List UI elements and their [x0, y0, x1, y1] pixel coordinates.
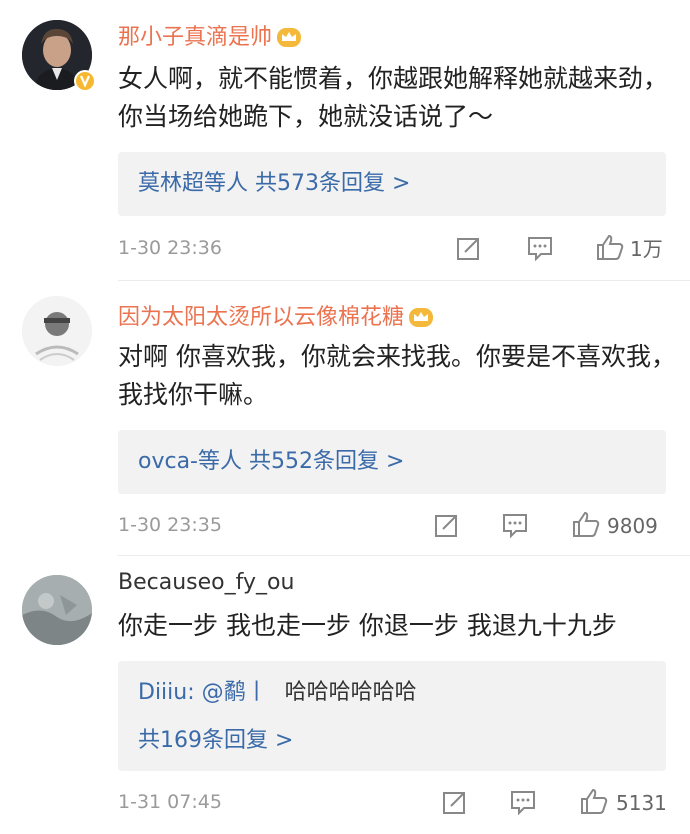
repost-icon[interactable]: [434, 512, 460, 538]
username[interactable]: Becauseo_fy_ou: [118, 569, 294, 597]
like-icon[interactable]: [580, 787, 608, 815]
username[interactable]: 那小子真滴是帅: [118, 24, 302, 52]
comment-item: 因为太阳太烫所以云像棉花糖 对啊 你喜欢我，你就会来找我。你要是不喜欢我，我找你…: [0, 280, 690, 555]
comment-icon[interactable]: [527, 235, 553, 261]
comment-item: 那小子真滴是帅 女人啊，就不能惯着，你越跟她解释她就越来劲，你当场给她跪下，她就…: [0, 0, 690, 280]
replies-box[interactable]: 莫林超等人 共573条回复 >: [118, 152, 666, 216]
username[interactable]: 因为太阳太烫所以云像棉花糖: [118, 304, 434, 332]
like-count: 5131: [616, 791, 667, 815]
avatar[interactable]: [22, 575, 92, 645]
like-icon[interactable]: [596, 233, 624, 261]
comment-icon[interactable]: [510, 789, 536, 815]
comment-text: 你走一步 我也走一步 你退一步 我退九十九步: [118, 611, 617, 640]
comment-text: 女人啊，就不能惯着，你越跟她解释她就越来劲，你当场给她跪下，她就没话说了～: [118, 64, 669, 131]
like-count: 1万: [630, 237, 663, 261]
reply-preview-text: 哈哈哈哈哈哈: [284, 680, 417, 705]
comment-icon[interactable]: [502, 512, 528, 538]
crown-icon: [277, 28, 302, 47]
replies-summary-link[interactable]: ovca-等人 共552条回复 >: [138, 448, 404, 476]
repost-icon[interactable]: [456, 235, 482, 261]
replies-box[interactable]: ovca-等人 共552条回复 >: [118, 430, 666, 494]
verified-icon: [74, 70, 96, 92]
reply-preview[interactable]: Diiiu: @鹬丨 哈哈哈哈哈哈: [138, 679, 417, 707]
comment-time: 1-31 07:45: [118, 791, 222, 813]
like-icon[interactable]: [572, 510, 600, 538]
repost-icon[interactable]: [442, 789, 468, 815]
comment-item: Becauseo_fy_ou 你走一步 我也走一步 你退一步 我退九十九步 Di…: [0, 555, 690, 834]
like-count: 9809: [607, 514, 658, 538]
comment-time: 1-30 23:36: [118, 237, 222, 259]
comment-time: 1-30 23:35: [118, 514, 222, 536]
replies-summary-link[interactable]: 莫林超等人 共573条回复 >: [138, 170, 410, 198]
reply-preview-user[interactable]: Diiiu: @鹬丨: [138, 680, 268, 705]
replies-summary-link[interactable]: 共169条回复 >: [138, 727, 293, 755]
replies-box[interactable]: Diiiu: @鹬丨 哈哈哈哈哈哈 共169条回复 >: [118, 661, 666, 771]
crown-icon: [409, 308, 434, 327]
comment-text: 对啊 你喜欢我，你就会来找我。你要是不喜欢我，我找你干嘛。: [118, 342, 676, 409]
avatar[interactable]: [22, 296, 92, 366]
